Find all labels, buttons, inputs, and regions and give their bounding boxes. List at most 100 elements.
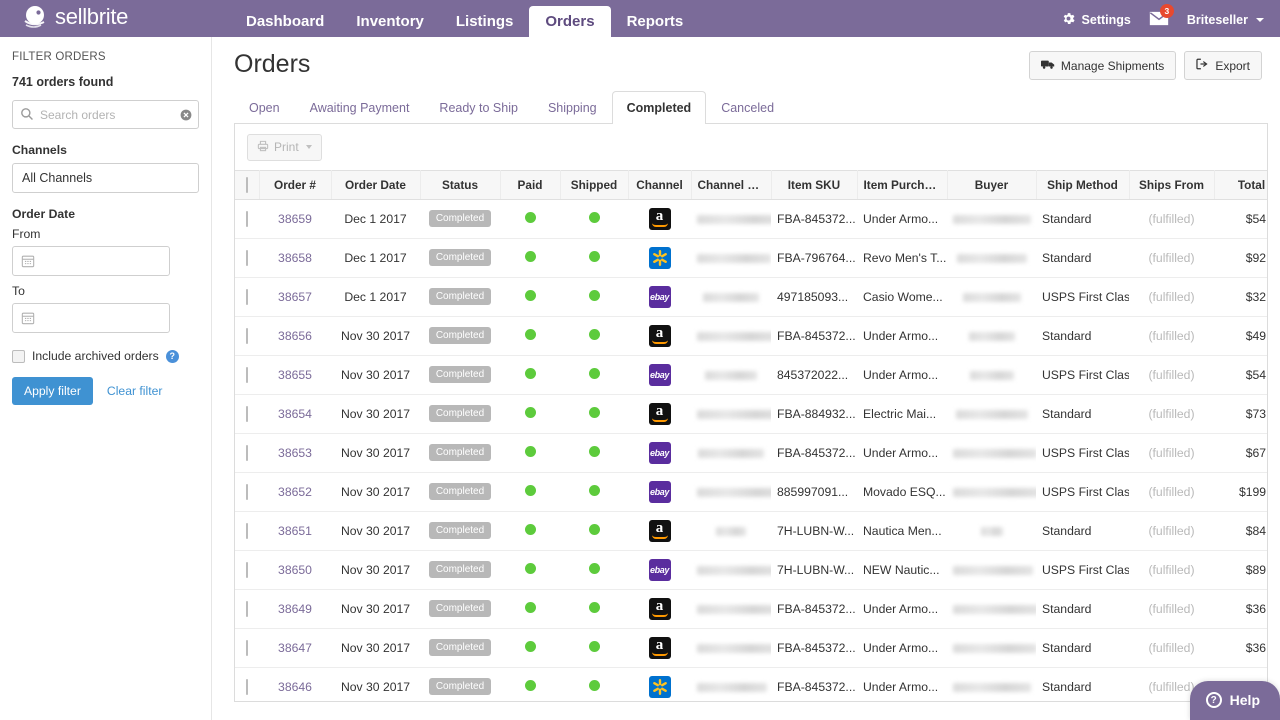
paid-indicator bbox=[525, 407, 536, 418]
search-input[interactable] bbox=[12, 100, 199, 129]
print-button[interactable]: Print bbox=[247, 134, 322, 161]
tab-awaiting-payment[interactable]: Awaiting Payment bbox=[295, 91, 425, 124]
table-row[interactable]: 38653Nov 30 2017CompletedebayFBA-845372.… bbox=[235, 433, 1268, 472]
table-row[interactable]: 38649Nov 30 2017CompletedaFBA-845372...U… bbox=[235, 589, 1268, 628]
order-number-link[interactable]: 38659 bbox=[278, 212, 312, 226]
order-number-link[interactable]: 38658 bbox=[278, 251, 312, 265]
th-shipped[interactable]: Shipped bbox=[560, 170, 628, 199]
tab-canceled[interactable]: Canceled bbox=[706, 91, 789, 124]
header-actions: Manage Shipments Export bbox=[1029, 51, 1280, 80]
row-checkbox[interactable] bbox=[246, 562, 248, 578]
order-number-link[interactable]: 38655 bbox=[278, 368, 312, 382]
help-button[interactable]: ? Help bbox=[1190, 681, 1280, 720]
th-channel-order[interactable]: Channel Or... bbox=[691, 170, 771, 199]
th-item-sku[interactable]: Item SKU bbox=[771, 170, 857, 199]
cell-item-sku: FBA-845372... bbox=[771, 316, 857, 355]
cell-buyer bbox=[947, 277, 1036, 316]
tab-open[interactable]: Open bbox=[234, 91, 295, 124]
row-checkbox[interactable] bbox=[246, 679, 248, 695]
nav-tab-reports[interactable]: Reports bbox=[611, 6, 700, 37]
cell-shipped bbox=[560, 238, 628, 277]
table-row[interactable]: 38646Nov 30 2017CompletedFBA-845372...Un… bbox=[235, 667, 1268, 702]
table-row[interactable]: 38647Nov 30 2017CompletedaFBA-845372...U… bbox=[235, 628, 1268, 667]
cell-order-date: Nov 30 2017 bbox=[331, 550, 420, 589]
cell-channel: a bbox=[628, 511, 691, 550]
row-checkbox[interactable] bbox=[246, 445, 248, 461]
shipped-indicator bbox=[589, 524, 600, 535]
nav-tab-inventory[interactable]: Inventory bbox=[340, 6, 440, 37]
th-ships-from[interactable]: Ships From bbox=[1129, 170, 1214, 199]
tab-ready-to-ship[interactable]: Ready to Ship bbox=[424, 91, 533, 124]
tab-shipping[interactable]: Shipping bbox=[533, 91, 612, 124]
order-number-link[interactable]: 38649 bbox=[278, 602, 312, 616]
th-total[interactable]: Total bbox=[1214, 170, 1268, 199]
table-row[interactable]: 38655Nov 30 2017Completedebay845372022..… bbox=[235, 355, 1268, 394]
nav-tab-dashboard[interactable]: Dashboard bbox=[230, 6, 340, 37]
apply-filter-button[interactable]: Apply filter bbox=[12, 377, 93, 405]
row-checkbox[interactable] bbox=[246, 640, 248, 656]
th-status[interactable]: Status bbox=[420, 170, 500, 199]
manage-shipments-button[interactable]: Manage Shipments bbox=[1029, 51, 1176, 80]
printer-icon bbox=[257, 140, 269, 155]
tab-completed[interactable]: Completed bbox=[612, 91, 707, 124]
row-checkbox[interactable] bbox=[246, 523, 248, 539]
nav-tab-orders[interactable]: Orders bbox=[529, 6, 610, 37]
shipped-indicator bbox=[589, 563, 600, 574]
row-checkbox[interactable] bbox=[246, 211, 248, 227]
row-checkbox[interactable] bbox=[246, 289, 248, 305]
order-number-link[interactable]: 38651 bbox=[278, 524, 312, 538]
nav-tab-listings[interactable]: Listings bbox=[440, 6, 530, 37]
cell-ship-method: USPS First Class bbox=[1036, 433, 1129, 472]
date-from-input[interactable] bbox=[12, 246, 170, 276]
order-number-link[interactable]: 38654 bbox=[278, 407, 312, 421]
row-checkbox[interactable] bbox=[246, 250, 248, 266]
order-number-link[interactable]: 38647 bbox=[278, 641, 312, 655]
order-number-link[interactable]: 38650 bbox=[278, 563, 312, 577]
cell-channel-order bbox=[691, 238, 771, 277]
cell-ship-method: Standard bbox=[1036, 667, 1129, 702]
order-number-link[interactable]: 38656 bbox=[278, 329, 312, 343]
channels-select[interactable]: All Channels bbox=[12, 163, 199, 193]
export-button[interactable]: Export bbox=[1184, 51, 1262, 80]
order-number-link[interactable]: 38657 bbox=[278, 290, 312, 304]
table-row[interactable]: 38652Nov 30 2017Completedebay885997091..… bbox=[235, 472, 1268, 511]
brand-logo[interactable]: sellbrite bbox=[0, 4, 230, 37]
th-item-purchased[interactable]: Item Purcha... bbox=[857, 170, 947, 199]
primary-nav: Dashboard Inventory Listings Orders Repo… bbox=[230, 0, 699, 37]
settings-button[interactable]: Settings bbox=[1061, 11, 1131, 29]
th-order-number[interactable]: Order # bbox=[259, 170, 331, 199]
row-checkbox[interactable] bbox=[246, 601, 248, 617]
row-checkbox[interactable] bbox=[246, 367, 248, 383]
cell-order-date: Nov 30 2017 bbox=[331, 316, 420, 355]
order-number-link[interactable]: 38652 bbox=[278, 485, 312, 499]
account-menu[interactable]: Briteseller bbox=[1187, 13, 1264, 27]
table-row[interactable]: 38650Nov 30 2017Completedebay7H-LUBN-W..… bbox=[235, 550, 1268, 589]
table-row[interactable]: 38651Nov 30 2017Completeda7H-LUBN-W...Na… bbox=[235, 511, 1268, 550]
table-row[interactable]: 38659Dec 1 2017CompletedaFBA-845372...Un… bbox=[235, 199, 1268, 238]
paid-indicator bbox=[525, 251, 536, 262]
th-paid[interactable]: Paid bbox=[500, 170, 560, 199]
order-number-link[interactable]: 38653 bbox=[278, 446, 312, 460]
th-order-date[interactable]: Order Date bbox=[331, 170, 420, 199]
th-buyer[interactable]: Buyer bbox=[947, 170, 1036, 199]
order-number-link[interactable]: 38646 bbox=[278, 680, 312, 694]
help-tooltip-icon[interactable]: ? bbox=[166, 350, 179, 363]
table-row[interactable]: 38658Dec 1 2017CompletedFBA-796764...Rev… bbox=[235, 238, 1268, 277]
table-row[interactable]: 38654Nov 30 2017CompletedaFBA-884932...E… bbox=[235, 394, 1268, 433]
row-checkbox[interactable] bbox=[246, 484, 248, 500]
select-all-checkbox[interactable] bbox=[246, 177, 248, 193]
row-checkbox[interactable] bbox=[246, 406, 248, 422]
clear-filter-link[interactable]: Clear filter bbox=[107, 384, 163, 398]
cell-shipped bbox=[560, 433, 628, 472]
th-channel[interactable]: Channel bbox=[628, 170, 691, 199]
include-archived-checkbox[interactable] bbox=[12, 350, 25, 363]
date-to-input[interactable] bbox=[12, 303, 170, 333]
table-row[interactable]: 38657Dec 1 2017Completedebay497185093...… bbox=[235, 277, 1268, 316]
cell-channel-order bbox=[691, 550, 771, 589]
row-checkbox[interactable] bbox=[246, 328, 248, 344]
table-row[interactable]: 38656Nov 30 2017CompletedaFBA-845372...U… bbox=[235, 316, 1268, 355]
cell-item-sku: FBA-796764... bbox=[771, 238, 857, 277]
messages-button[interactable]: 3 bbox=[1149, 11, 1169, 29]
clear-search-icon[interactable] bbox=[180, 108, 192, 120]
th-ship-method[interactable]: Ship Method bbox=[1036, 170, 1129, 199]
